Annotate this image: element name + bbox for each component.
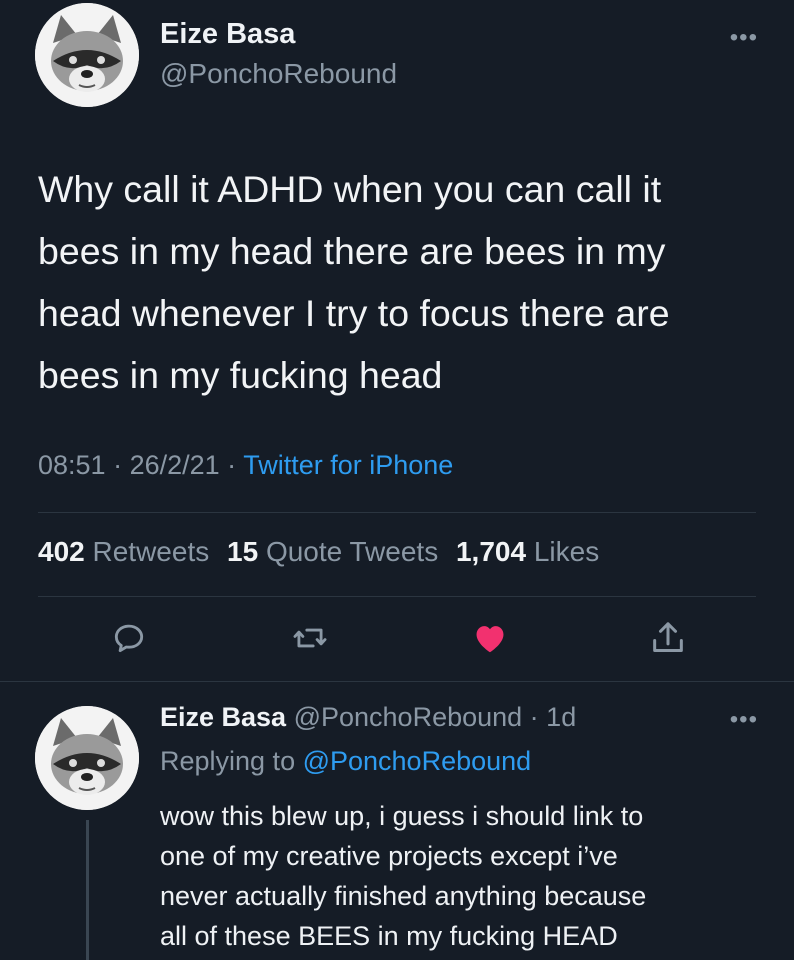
- reply-button[interactable]: [107, 616, 151, 660]
- more-options-icon[interactable]: •••: [730, 24, 758, 52]
- reply-more-options-icon[interactable]: •••: [730, 706, 758, 734]
- tweet-text: Why call it ADHD when you can call it be…: [38, 168, 670, 396]
- reply-author-avatar[interactable]: [35, 706, 139, 810]
- tweet-meta: 08:51 · 26/2/21 · Twitter for iPhone: [38, 450, 453, 481]
- reply-header: Eize Basa @PonchoRebound · 1d: [160, 702, 576, 733]
- tweet-date[interactable]: 26/2/21: [130, 450, 220, 480]
- reply-author-name[interactable]: Eize Basa: [160, 702, 286, 732]
- retweets-count: 402: [38, 536, 85, 567]
- quotes-count: 15: [227, 536, 259, 567]
- reply-separator: ·: [522, 702, 547, 732]
- reply-text: wow this blew up, i guess i should link …: [160, 801, 647, 951]
- reply-age[interactable]: 1d: [546, 702, 576, 732]
- divider: [38, 596, 756, 597]
- replying-to-mention[interactable]: @PonchoRebound: [303, 746, 532, 776]
- author-avatar[interactable]: [35, 3, 139, 107]
- thread-line: [86, 820, 89, 960]
- likes-stat[interactable]: 1,704 Likes: [456, 536, 599, 567]
- tweet-detail-page: Eize Basa @PonchoRebound ••• Why call it…: [0, 0, 794, 960]
- tweet-time: 08:51: [38, 450, 106, 480]
- share-icon: [653, 622, 683, 652]
- meta-separator: ·: [219, 450, 244, 480]
- share-button[interactable]: [646, 616, 690, 660]
- author-name[interactable]: Eize Basa: [160, 18, 295, 51]
- retweets-stat[interactable]: 402 Retweets: [38, 536, 209, 567]
- replying-to: Replying to @PonchoRebound: [160, 746, 531, 777]
- raccoon-avatar-icon: [35, 3, 139, 107]
- raccoon-avatar-icon: [35, 706, 139, 810]
- retweets-label: Retweets: [92, 536, 210, 567]
- reply-icon: [114, 624, 144, 653]
- likes-label: Likes: [533, 536, 600, 567]
- meta-separator: ·: [105, 450, 130, 480]
- reply-author-handle[interactable]: @PonchoRebound: [294, 702, 523, 732]
- tweet-source[interactable]: Twitter for iPhone: [243, 450, 453, 480]
- quotes-stat[interactable]: 15 Quote Tweets: [227, 536, 438, 567]
- divider: [38, 512, 756, 513]
- likes-count: 1,704: [455, 536, 527, 567]
- tweet-stats: 402 Retweets 15 Quote Tweets 1,704 Likes: [38, 536, 609, 568]
- retweet-button[interactable]: [288, 616, 332, 660]
- replying-to-label: Replying to: [160, 746, 303, 776]
- like-button[interactable]: [468, 616, 512, 660]
- retweet-icon: [293, 628, 327, 648]
- like-icon: [476, 626, 504, 653]
- divider: [0, 681, 794, 682]
- quotes-label: Quote Tweets: [265, 536, 439, 567]
- author-handle[interactable]: @PonchoRebound: [160, 58, 397, 90]
